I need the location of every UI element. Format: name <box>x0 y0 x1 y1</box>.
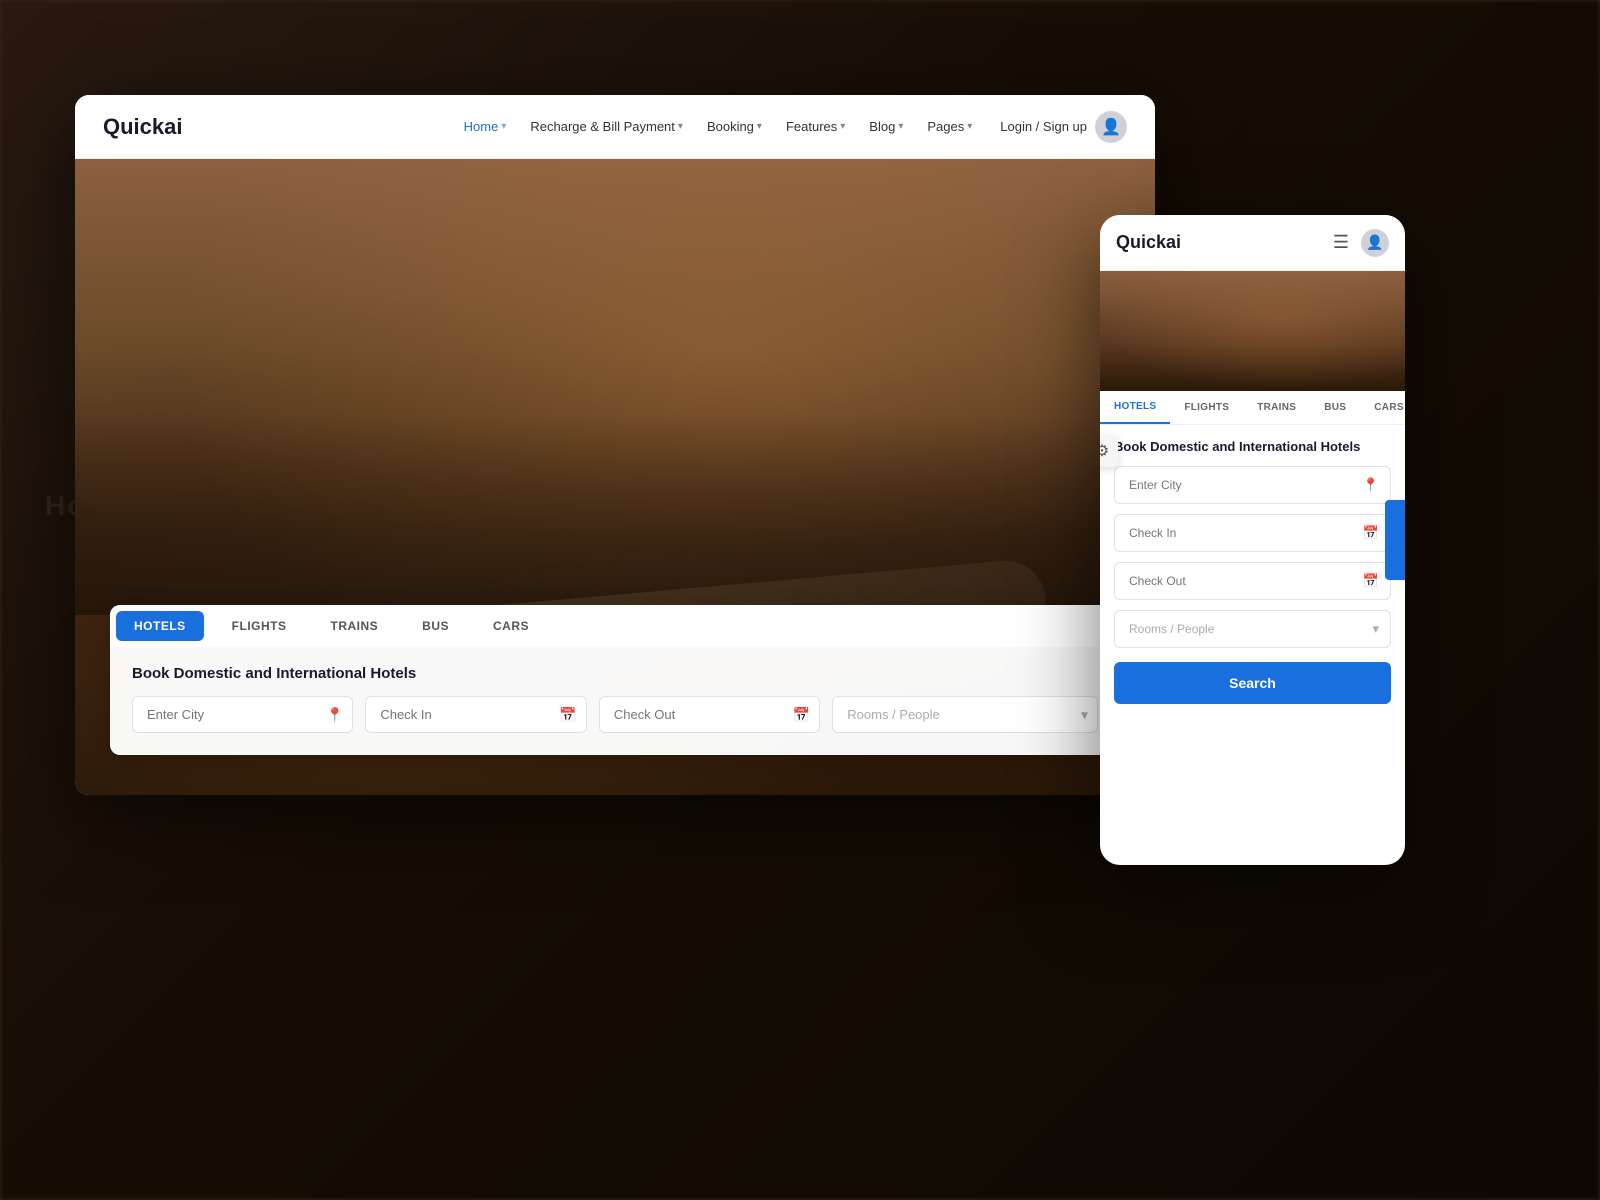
city-field-wrap: 📍 <box>132 696 353 733</box>
desktop-logo: Quickai <box>103 114 182 140</box>
checkin-input[interactable] <box>365 696 586 733</box>
checkout-input[interactable] <box>599 696 820 733</box>
mobile-tab-hotels[interactable]: HOTELS <box>1100 391 1170 424</box>
gear-icon[interactable]: ⚙ <box>1100 435 1118 467</box>
calendar-icon: 📅 <box>793 706 810 723</box>
mobile-rooms-wrap: Rooms / People 1 Room / 1 Person 2 Rooms… <box>1114 610 1391 648</box>
mobile-checkin-wrap: 📅 <box>1114 514 1391 552</box>
nav-pages[interactable]: Pages ▾ <box>917 113 982 140</box>
chevron-down-icon: ▾ <box>757 121 762 132</box>
mobile-mockup: ⚙ Quickai ☰ 👤 HOTELS FLIGHTS TRAINS BUS … <box>1100 215 1405 865</box>
desktop-nav-links: Home ▾ Recharge & Bill Payment ▾ Booking… <box>454 113 983 140</box>
chevron-down-icon: ▾ <box>898 121 903 132</box>
mobile-search-title: Book Domestic and International Hotels <box>1114 439 1391 454</box>
chevron-down-icon: ▾ <box>840 121 845 132</box>
mobile-city-wrap: 📍 <box>1114 466 1391 504</box>
mobile-search-content: Book Domestic and International Hotels 📍… <box>1100 425 1405 718</box>
nav-booking[interactable]: Booking ▾ <box>697 113 772 140</box>
tab-bus[interactable]: BUS <box>400 605 471 647</box>
calendar-icon: 📅 <box>559 706 576 723</box>
search-inputs-row: 📍 📅 📅 Rooms / People <box>132 696 1098 733</box>
rooms-field-wrap: Rooms / People 1 Room / 1 Person 2 Rooms… <box>832 696 1098 733</box>
mobile-search-button[interactable]: Search <box>1114 662 1391 704</box>
hamburger-icon[interactable]: ☰ <box>1333 232 1349 253</box>
desktop-search-tabs: HOTELS FLIGHTS TRAINS BUS CARS <box>110 605 1120 647</box>
mobile-search-tabs: HOTELS FLIGHTS TRAINS BUS CARS <box>1100 391 1405 425</box>
checkout-field-wrap: 📅 <box>599 696 820 733</box>
calendar-icon: 📅 <box>1363 525 1379 541</box>
mobile-hero <box>1100 271 1405 391</box>
desktop-search-form: Book Domestic and International Hotels 📍… <box>110 647 1120 755</box>
chevron-down-icon: ▾ <box>967 121 972 132</box>
chevron-down-icon: ▾ <box>1081 706 1088 723</box>
checkin-field-wrap: 📅 <box>365 696 586 733</box>
desktop-nav: Quickai Home ▾ Recharge & Bill Payment ▾… <box>75 95 1155 159</box>
rooms-select[interactable]: Rooms / People 1 Room / 1 Person 2 Rooms… <box>832 696 1098 733</box>
tab-trains[interactable]: TRAINS <box>309 605 401 647</box>
mobile-checkout-input[interactable] <box>1114 562 1391 600</box>
chevron-down-icon: ▾ <box>1372 621 1379 637</box>
nav-blog[interactable]: Blog ▾ <box>859 113 913 140</box>
mobile-tab-trains[interactable]: TRAINS <box>1243 391 1310 424</box>
mobile-logo: Quickai <box>1116 232 1333 253</box>
mobile-city-input[interactable] <box>1114 466 1391 504</box>
mobile-nav: Quickai ☰ 👤 <box>1100 215 1405 271</box>
search-title: Book Domestic and International Hotels <box>132 665 1098 682</box>
tab-cars[interactable]: CARS <box>471 605 551 647</box>
mobile-rooms-select[interactable]: Rooms / People 1 Room / 1 Person 2 Rooms… <box>1114 610 1391 648</box>
mobile-tab-bus[interactable]: BUS <box>1310 391 1360 424</box>
calendar-icon: 📅 <box>1363 573 1379 589</box>
mobile-checkout-wrap: 📅 <box>1114 562 1391 600</box>
nav-features[interactable]: Features ▾ <box>776 113 855 140</box>
location-icon: 📍 <box>1363 477 1379 493</box>
scene: Quickai Home ▾ Recharge & Bill Payment ▾… <box>0 0 1600 1200</box>
mobile-tab-cars[interactable]: CARS <box>1360 391 1405 424</box>
mobile-tab-flights[interactable]: FLIGHTS <box>1170 391 1243 424</box>
desktop-mockup: Quickai Home ▾ Recharge & Bill Payment ▾… <box>75 95 1155 795</box>
chevron-down-icon: ▾ <box>678 121 683 132</box>
desktop-search-panel: HOTELS FLIGHTS TRAINS BUS CARS Book Dome… <box>110 605 1120 755</box>
mobile-avatar: 👤 <box>1361 229 1389 257</box>
mobile-checkin-input[interactable] <box>1114 514 1391 552</box>
desktop-hero: HOTELS FLIGHTS TRAINS BUS CARS Book Dome… <box>75 159 1155 795</box>
tab-flights[interactable]: FLIGHTS <box>210 605 309 647</box>
nav-home[interactable]: Home ▾ <box>454 113 517 140</box>
login-button[interactable]: Login / Sign up <box>1000 119 1087 134</box>
city-input[interactable] <box>132 696 353 733</box>
location-icon: 📍 <box>326 706 343 723</box>
nav-right: Login / Sign up 👤 <box>1000 111 1127 143</box>
tab-hotels[interactable]: HOTELS <box>116 611 204 641</box>
avatar: 👤 <box>1095 111 1127 143</box>
blue-accent <box>1385 500 1405 580</box>
nav-recharge[interactable]: Recharge & Bill Payment ▾ <box>520 113 693 140</box>
chevron-down-icon: ▾ <box>501 121 506 132</box>
